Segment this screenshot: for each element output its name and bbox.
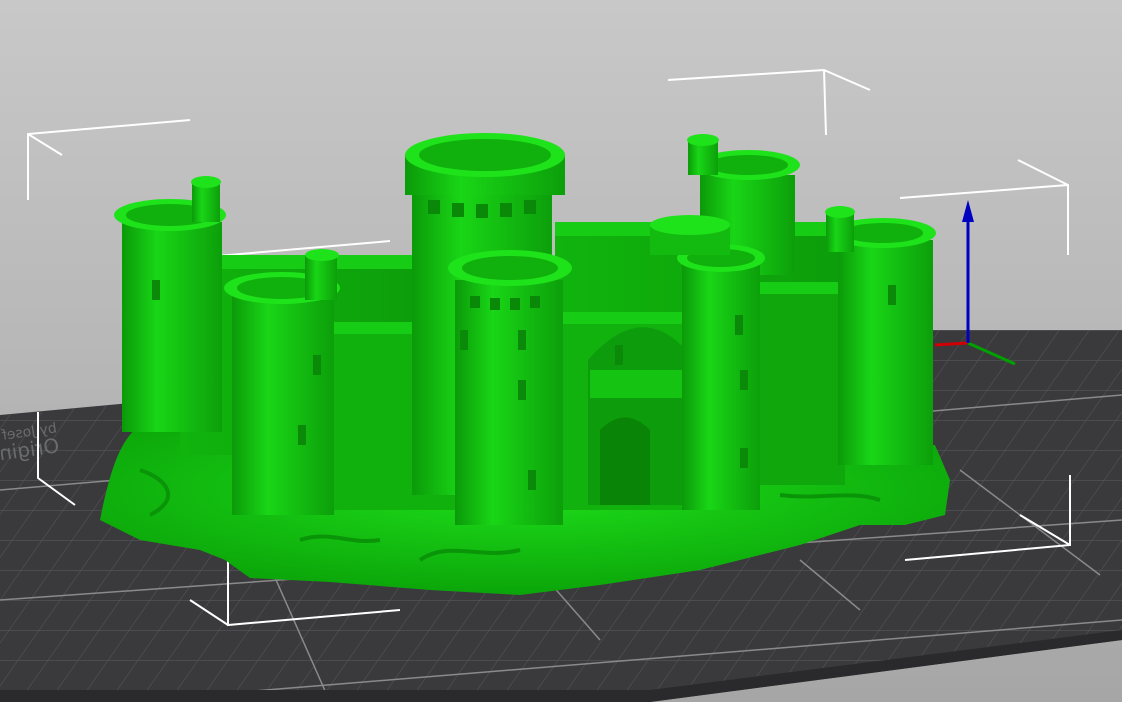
scene-canvas[interactable]: Original Prusa i3 by Josef [0, 0, 1122, 702]
left-tower [114, 176, 226, 432]
z-axis-arrow-icon [962, 200, 974, 222]
front-left-tower [224, 249, 340, 515]
3d-viewport[interactable]: Original Prusa i3 by Josef [0, 0, 1122, 702]
gate-door [600, 417, 650, 505]
x-axis [934, 341, 969, 347]
castle-model[interactable] [100, 133, 950, 595]
gate-parapet [590, 370, 686, 398]
front-center-tower [448, 250, 572, 525]
right-tower [825, 206, 936, 465]
front-wall-right [755, 290, 845, 485]
